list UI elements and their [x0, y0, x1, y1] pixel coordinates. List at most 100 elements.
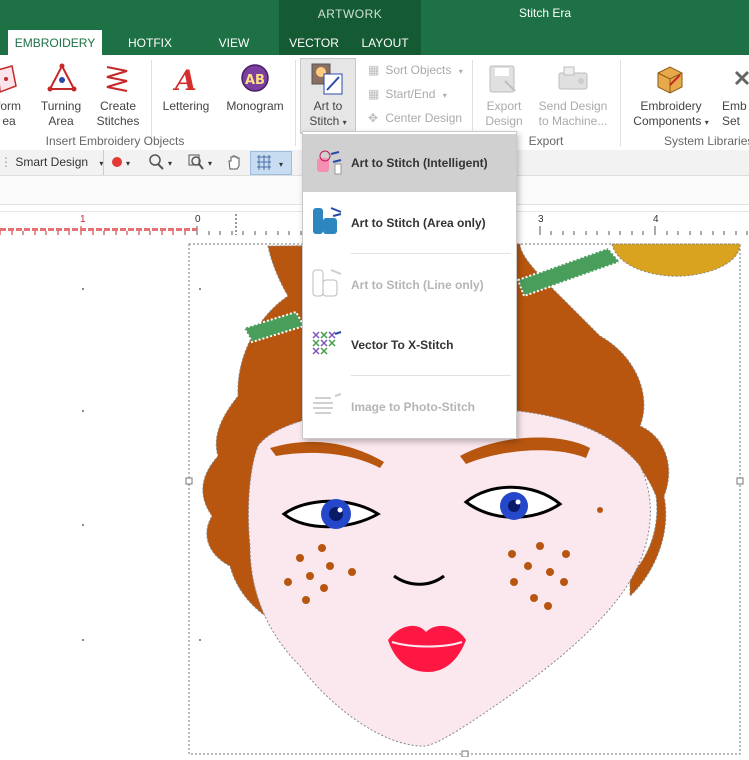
- art-to-stitch-icon: [311, 63, 343, 98]
- menu-item-art-to-stitch-intelligent[interactable]: Art to Stitch (Intelligent): [303, 134, 516, 192]
- send-design-button[interactable]: Send Design to Machine...: [534, 99, 612, 129]
- intelligent-icon: [311, 150, 343, 181]
- emb-settings-button[interactable]: Emb Set: [722, 99, 749, 129]
- selection-handle: [461, 750, 469, 758]
- form-area-icon: [0, 64, 20, 101]
- chevron-down-icon: ▾: [442, 91, 447, 100]
- tab-layout[interactable]: LAYOUT: [352, 30, 418, 55]
- send-design-label-2: to Machine...: [538, 114, 608, 128]
- svg-text:▾: ▾: [168, 159, 172, 168]
- export-design-button[interactable]: Export Design: [478, 99, 530, 129]
- export-group-label: Export: [528, 134, 564, 148]
- center-design-icon: ✥: [368, 111, 379, 125]
- monogram-icon: AB: [240, 63, 270, 98]
- embroidery-components-button[interactable]: Embroidery Components ▾: [628, 99, 714, 130]
- start-end-label: Start/End: [385, 87, 436, 101]
- ruler-label: 1: [80, 214, 86, 225]
- menu-item-label: Art to Stitch (Line only): [351, 278, 484, 292]
- insert-group-label: Insert Embroidery Objects: [45, 134, 185, 148]
- area-icon: [311, 206, 343, 241]
- turning-area-button[interactable]: Turning Area: [34, 99, 88, 129]
- create-stitches-label-2: Stitches: [96, 114, 140, 128]
- send-design-icon: [556, 63, 590, 98]
- tab-embroidery[interactable]: EMBROIDERY: [8, 30, 102, 56]
- form-area-label-1: form: [0, 99, 21, 113]
- embroidery-components-label-2: Components ▾: [633, 114, 709, 128]
- zoom-button[interactable]: ▾: [148, 154, 180, 173]
- form-area-label-2: ea: [2, 114, 16, 128]
- menu-separator: [351, 253, 511, 254]
- color-picker-button[interactable]: ▾: [110, 154, 140, 173]
- yellow-shape: [611, 243, 741, 277]
- art-to-stitch-label: Art to Stitch ▾: [300, 99, 356, 130]
- svg-text:▾: ▾: [208, 159, 212, 168]
- start-end-icon: ▦: [368, 87, 380, 101]
- menu-item-label: Vector To X-Stitch: [351, 338, 454, 352]
- libraries-group-label: System Libraries: [664, 134, 749, 148]
- ribbon-separator: [295, 60, 296, 146]
- ruler-label: 4: [653, 214, 659, 225]
- art-to-stitch-label-2: Stitch ▾: [309, 114, 347, 128]
- lettering-icon: A: [171, 63, 201, 98]
- app-title: Stitch Era: [518, 6, 572, 20]
- toolbar-separator: [103, 150, 104, 175]
- grid-button[interactable]: ▾: [250, 151, 292, 175]
- turning-area-icon: [46, 63, 78, 98]
- settings-icon: [734, 64, 749, 97]
- embroidery-components-label-1: Embroidery: [640, 99, 702, 113]
- ruler-red-band: [0, 228, 197, 231]
- ribbon-separator: [620, 60, 621, 146]
- tab-hotfix[interactable]: HOTFIX: [118, 30, 182, 55]
- tab-view[interactable]: VIEW: [208, 30, 260, 55]
- selection-handle: [185, 477, 193, 485]
- monogram-button[interactable]: Monogram: [222, 99, 288, 114]
- turning-area-label-1: Turning: [40, 99, 82, 113]
- start-end-button[interactable]: ▦ Start/End ▾: [368, 84, 447, 106]
- emb-settings-label-1: Emb: [722, 99, 747, 113]
- menu-item-vector-to-x-stitch[interactable]: Vector To X-Stitch: [303, 316, 516, 374]
- menu-separator: [351, 375, 511, 376]
- create-stitches-button[interactable]: Create Stitches: [92, 99, 144, 129]
- menu-item-label: Art to Stitch (Area only): [351, 216, 486, 230]
- svg-text:AB: AB: [245, 73, 265, 88]
- sort-objects-label: Sort Objects: [385, 63, 452, 77]
- zoom-area-button[interactable]: ▾: [188, 154, 220, 173]
- line-icon: [311, 268, 343, 303]
- art-to-stitch-label-1: Art to: [313, 99, 343, 113]
- send-design-label-1: Send Design: [538, 99, 608, 113]
- photo-stitch-icon: [311, 392, 343, 423]
- x-stitch-icon: [311, 330, 343, 361]
- lettering-button[interactable]: Lettering: [158, 99, 214, 114]
- menu-item-label: Art to Stitch (Intelligent): [351, 156, 488, 170]
- sort-objects-icon: ▦: [368, 63, 380, 77]
- grip-icon: ⋮: [0, 155, 12, 169]
- chevron-down-icon: ▾: [458, 67, 463, 76]
- center-design-button[interactable]: ✥ Center Design: [368, 108, 462, 128]
- form-area-button[interactable]: form ea: [0, 99, 24, 129]
- export-design-label-2: Design: [485, 114, 523, 128]
- export-design-label-1: Export: [486, 99, 522, 113]
- menu-item-image-to-photo-stitch[interactable]: Image to Photo-Stitch: [303, 378, 516, 436]
- export-design-icon: [487, 63, 517, 98]
- smart-design-label: Smart Design: [15, 155, 89, 169]
- create-stitches-label-1: Create: [99, 99, 137, 113]
- selection-handle: [736, 477, 744, 485]
- smart-design-dropdown[interactable]: ⋮ Smart Design ▾: [0, 153, 103, 171]
- turning-area-label-2: Area: [48, 114, 74, 128]
- art-to-stitch-menu: Art to Stitch (Intelligent) Art to Stitc…: [302, 131, 517, 439]
- chevron-down-icon: ▾: [704, 118, 709, 127]
- context-tab-header: ARTWORK: [279, 0, 421, 30]
- menu-item-label: Image to Photo-Stitch: [351, 400, 475, 414]
- svg-text:▾: ▾: [279, 160, 283, 169]
- ruler-label: 3: [538, 214, 544, 225]
- tab-vector[interactable]: VECTOR: [284, 30, 344, 55]
- menu-item-art-to-stitch-line[interactable]: Art to Stitch (Line only): [303, 256, 516, 314]
- pan-icon[interactable]: [225, 153, 243, 174]
- emb-settings-label-2: Set: [722, 114, 741, 128]
- menu-item-art-to-stitch-area[interactable]: Art to Stitch (Area only): [303, 194, 516, 252]
- chevron-down-icon: ▾: [342, 118, 347, 127]
- embroidery-components-icon: [654, 63, 686, 98]
- create-stitches-icon: [103, 63, 131, 98]
- svg-text:A: A: [172, 64, 197, 95]
- sort-objects-button[interactable]: ▦ Sort Objects ▾: [368, 60, 463, 82]
